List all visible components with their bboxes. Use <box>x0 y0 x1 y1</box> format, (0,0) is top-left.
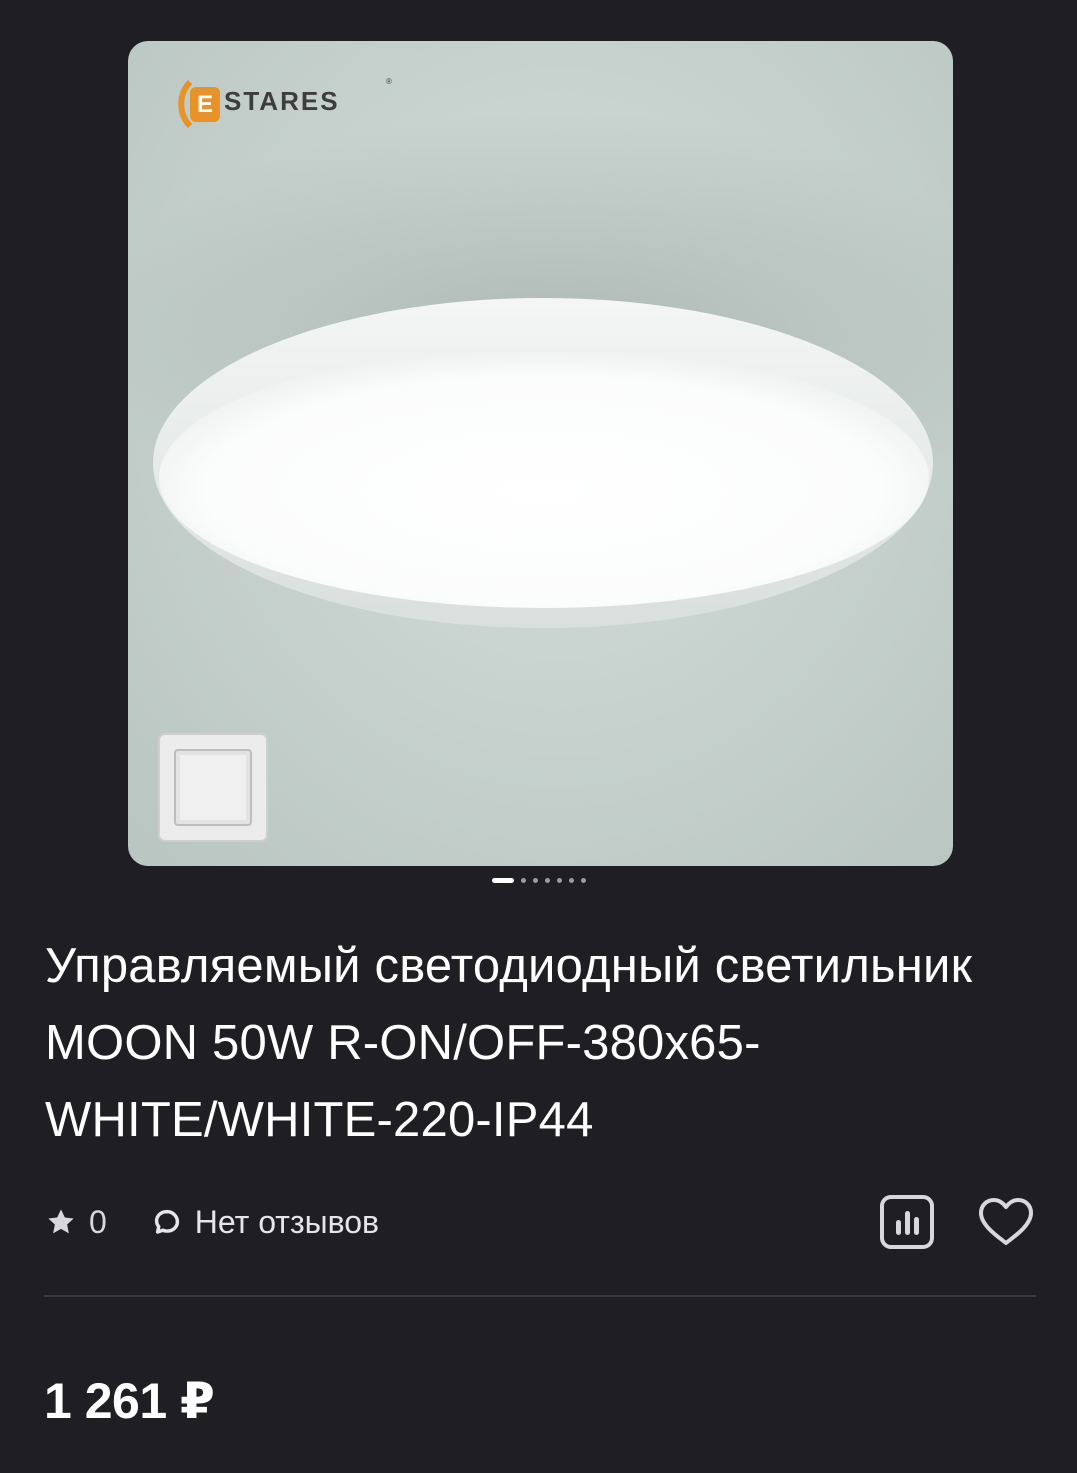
svg-text:E: E <box>197 91 213 118</box>
bar-chart-icon <box>880 1195 934 1249</box>
reviews-label: Нет отзывов <box>194 1203 380 1240</box>
pagination-dot[interactable] <box>568 877 574 883</box>
favorite-button[interactable] <box>977 1196 1035 1248</box>
brand-logo-text: STARES <box>224 86 340 116</box>
svg-text:®: ® <box>386 77 392 86</box>
product-image-gallery[interactable]: E STARES ® <box>128 41 953 866</box>
reviews-link[interactable]: Нет отзывов <box>151 1204 379 1241</box>
gallery-pagination <box>0 875 1077 885</box>
product-price: 1 261 ₽ <box>44 1373 215 1429</box>
chat-bubble-icon <box>154 1209 179 1234</box>
heart-icon <box>979 1198 1033 1245</box>
product-photo: E STARES ® <box>128 77 953 842</box>
pagination-dot[interactable] <box>544 877 550 883</box>
switch-thumbnail <box>158 733 268 842</box>
pagination-dot[interactable] <box>556 877 562 883</box>
rating-value: 0 <box>89 1203 107 1240</box>
product-meta-row: 0 Нет отзывов <box>45 1194 1035 1250</box>
compare-button[interactable] <box>879 1194 935 1250</box>
pagination-dot[interactable] <box>532 877 538 883</box>
product-page: E STARES ® Управляемый светодиодный свет… <box>0 0 1077 1473</box>
pagination-dot[interactable] <box>580 877 586 883</box>
rating[interactable]: 0 <box>45 1204 107 1241</box>
product-title: Управляемый светодиодный светильник MOON… <box>45 939 973 1147</box>
section-divider <box>44 1295 1036 1297</box>
pagination-dot[interactable] <box>520 877 526 883</box>
product-actions <box>879 1194 1035 1250</box>
pagination-dot-active[interactable] <box>491 877 514 883</box>
brand-logo: E STARES ® <box>178 77 392 129</box>
star-icon <box>48 1209 74 1234</box>
